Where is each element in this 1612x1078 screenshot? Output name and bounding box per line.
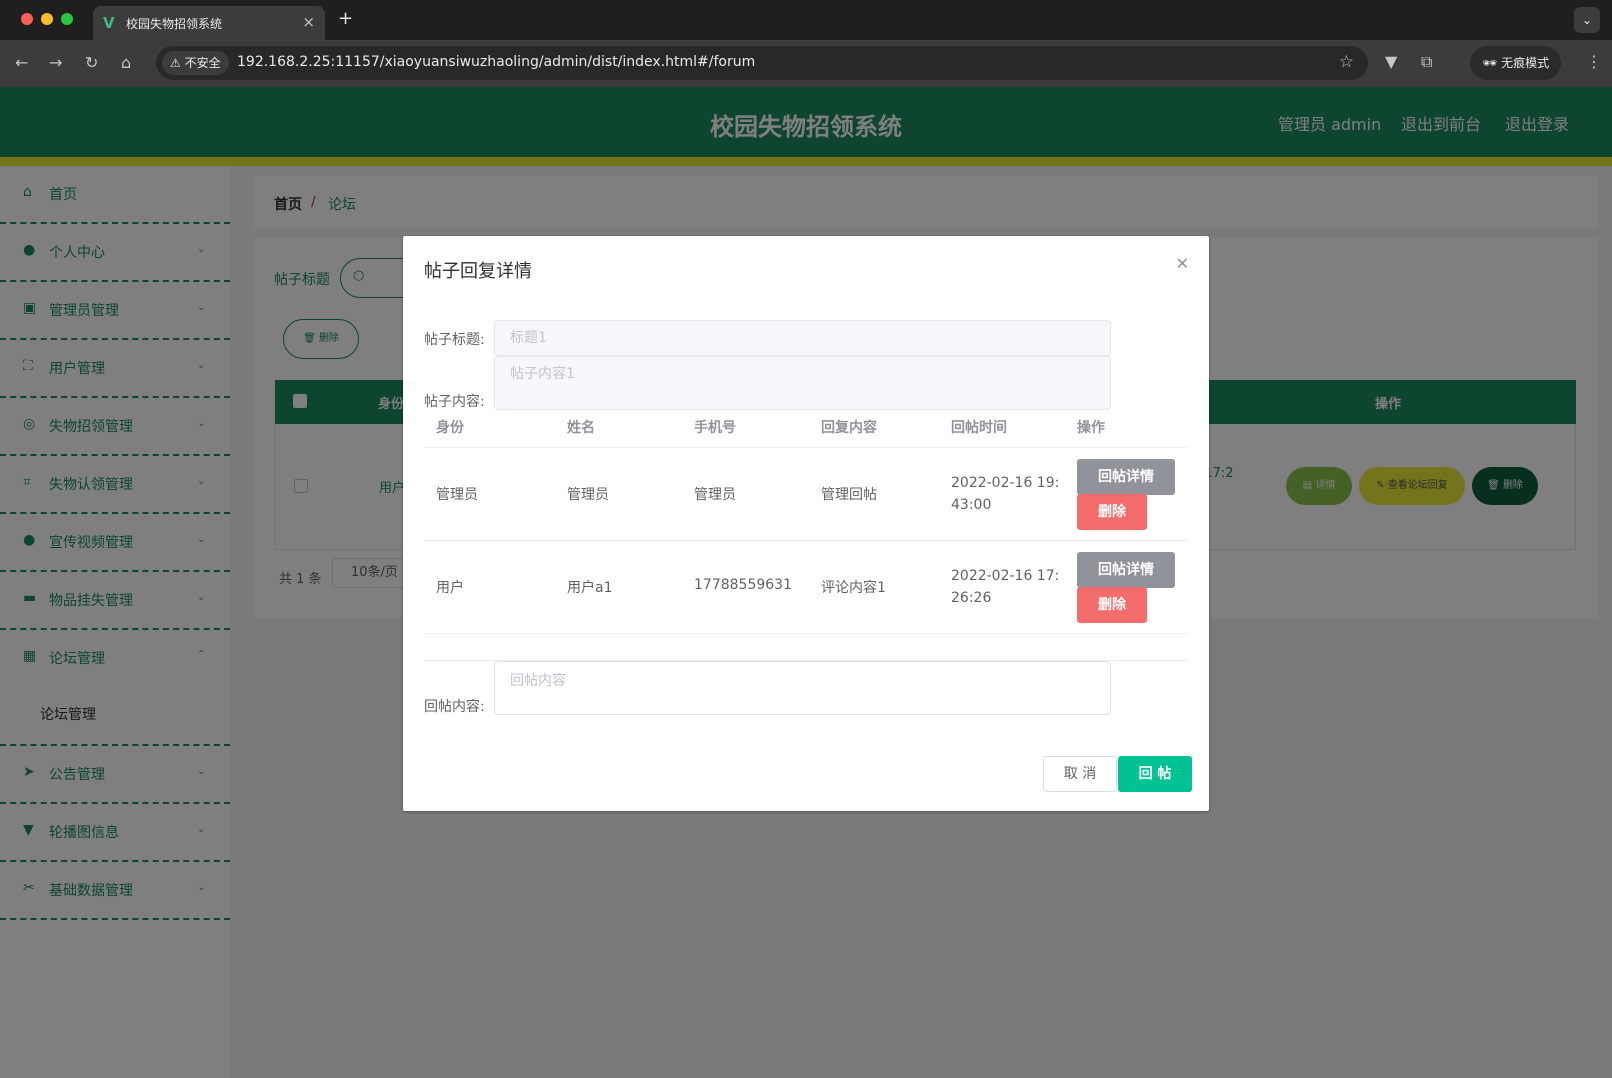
post-title-field[interactable]: 标题1 — [494, 320, 1111, 356]
reply-content: 评论内容1 — [821, 580, 886, 596]
col-content: 回复内容 — [821, 420, 877, 436]
reply-identity: 管理员 — [436, 487, 478, 503]
reply-submit-button[interactable]: 回 帖 — [1118, 756, 1192, 792]
reply-row: 管理员 管理员 管理员 管理回帖 2022-02-16 19: 43:00 回帖… — [424, 448, 1188, 541]
reply-detail-dialog: 帖子回复详情 ✕ 帖子标题: 标题1 帖子内容: 帖子内容1 身份 姓名 手机号… — [403, 236, 1209, 811]
reply-name: 用户a1 — [567, 580, 613, 596]
browser-tab[interactable]: V 校园失物招领系统 × — [93, 6, 325, 40]
reply-content-label: 回帖内容: — [424, 699, 485, 715]
maximize-window-button[interactable] — [61, 13, 73, 25]
col-ops: 操作 — [1077, 420, 1105, 436]
close-window-button[interactable] — [21, 13, 33, 25]
col-time: 回帖时间 — [951, 420, 1007, 436]
reply-delete-button[interactable]: 删除 — [1077, 494, 1147, 530]
post-title-label: 帖子标题: — [424, 332, 485, 348]
reply-delete-button[interactable]: 删除 — [1077, 587, 1147, 623]
vue-logo-icon: V — [103, 14, 115, 32]
reply-phone: 17788559631 — [694, 577, 792, 593]
cancel-button[interactable]: 取 消 — [1043, 756, 1117, 792]
new-tab-icon[interactable]: + — [338, 8, 353, 29]
tab-close-icon[interactable]: × — [302, 13, 315, 31]
tab-bar: V 校园失物招领系统 × + ⌄ — [0, 0, 1612, 40]
incognito-label: 无痕模式 — [1501, 56, 1550, 70]
home-icon[interactable]: ⌂ — [121, 53, 131, 72]
reload-icon[interactable]: ↻ — [85, 53, 98, 72]
reply-time-2: 26:26 — [951, 590, 992, 606]
reply-row: 用户 用户a1 17788559631 评论内容1 2022-02-16 17:… — [424, 541, 1188, 634]
puzzle-icon[interactable]: ⧉ — [1421, 52, 1432, 72]
col-phone: 手机号 — [694, 420, 736, 436]
reply-table-header: 身份 姓名 手机号 回复内容 回帖时间 操作 — [424, 404, 1188, 448]
back-icon[interactable]: ← — [15, 53, 28, 72]
post-content-field[interactable]: 帖子内容1 — [494, 356, 1111, 410]
insecure-label: 不安全 — [184, 56, 221, 70]
reply-detail-button[interactable]: 回帖详情 — [1077, 552, 1175, 588]
address-bar[interactable]: ⚠ 不安全 192.168.2.25:11157/xiaoyuansiwuzha… — [156, 46, 1368, 80]
reply-identity: 用户 — [436, 580, 464, 596]
col-name: 姓名 — [567, 420, 595, 436]
reply-content-textarea[interactable]: 回帖内容 — [494, 661, 1111, 715]
security-chip[interactable]: ⚠ 不安全 — [162, 51, 229, 75]
forward-icon[interactable]: → — [49, 53, 62, 72]
col-identity: 身份 — [436, 420, 464, 436]
tab-search-icon[interactable]: ⌄ — [1574, 7, 1600, 33]
reply-time: 2022-02-16 17: — [951, 568, 1060, 584]
dialog-title: 帖子回复详情 — [424, 261, 532, 282]
reply-content: 管理回帖 — [821, 487, 877, 503]
browser-toolbar: ← → ↻ ⌂ ⚠ 不安全 192.168.2.25:11157/xiaoyua… — [0, 40, 1612, 87]
incognito-chip[interactable]: 🕶 无痕模式 — [1470, 46, 1562, 80]
reply-time: 2022-02-16 19: — [951, 475, 1060, 491]
tab-title: 校园失物招领系统 — [126, 17, 223, 31]
menu-kebab-icon[interactable]: ⋮ — [1586, 52, 1602, 71]
extension-icon[interactable]: ▼ — [1385, 52, 1397, 71]
browser-chrome: V 校园失物招领系统 × + ⌄ ← → ↻ ⌂ ⚠ 不安全 192.168.2… — [0, 0, 1612, 87]
incognito-icon: 🕶 — [1482, 56, 1502, 70]
bookmark-star-icon[interactable]: ☆ — [1339, 52, 1354, 72]
url-text[interactable]: 192.168.2.25:11157/xiaoyuansiwuzhaoling/… — [237, 54, 755, 70]
reply-detail-button[interactable]: 回帖详情 — [1077, 459, 1175, 495]
minimize-window-button[interactable] — [41, 13, 53, 25]
reply-time-2: 43:00 — [951, 497, 992, 513]
close-icon[interactable]: ✕ — [1176, 254, 1189, 273]
reply-phone: 管理员 — [694, 487, 736, 503]
reply-name: 管理员 — [567, 487, 609, 503]
